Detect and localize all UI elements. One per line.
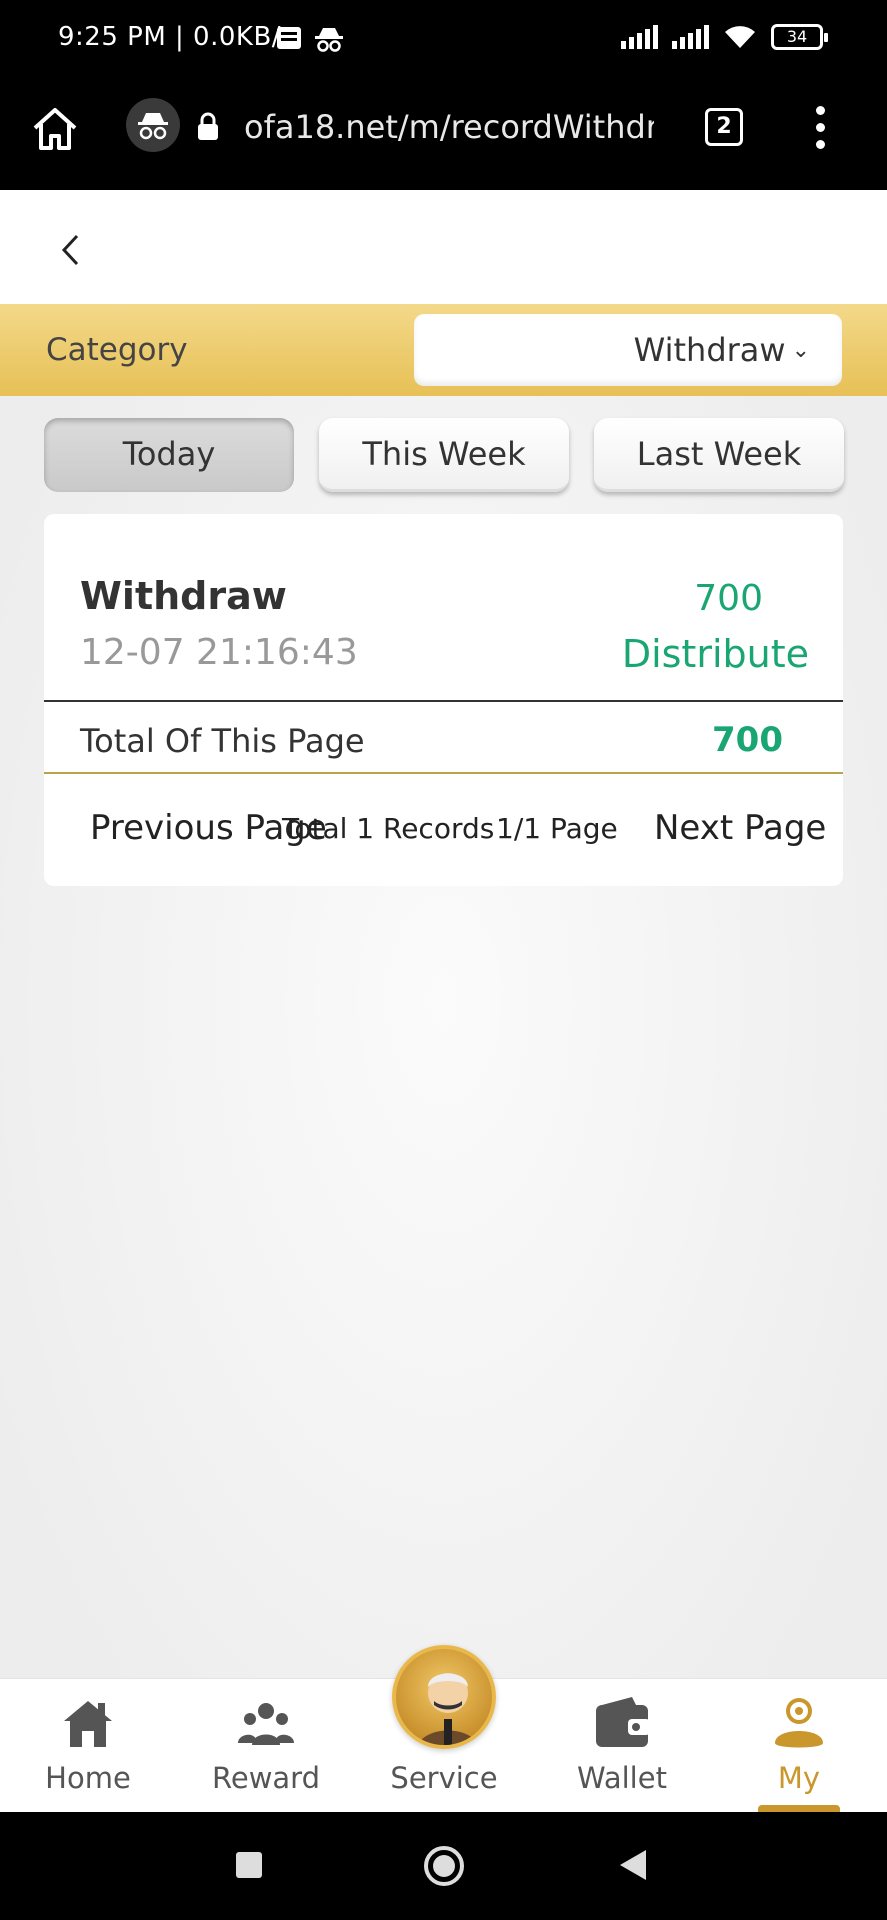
filter-last-week-button[interactable]: Last Week (594, 418, 844, 492)
url-field[interactable]: ofa18.net/m/recordWithdraw (244, 108, 654, 146)
signal-icon (621, 25, 658, 49)
browser-bar: ofa18.net/m/recordWithdraw 2 (0, 80, 887, 190)
category-label: Category (46, 332, 188, 368)
record-status: Distribute (621, 632, 809, 676)
divider (44, 772, 843, 774)
battery-icon: 34 (771, 24, 828, 50)
signal-icon-2 (672, 25, 709, 49)
tab-home[interactable]: Home (3, 1679, 173, 1813)
status-time: 9:25 PM | 0.0KB/s (58, 22, 296, 52)
total-value: 700 (712, 720, 783, 760)
page-indicator: 1/1 Page (496, 812, 618, 845)
next-page-button[interactable]: Next Page (654, 808, 826, 848)
record-title: Withdraw (80, 574, 287, 618)
record-timestamp: 12-07 21:16:43 (80, 632, 358, 673)
total-records-text: Total 1 Records (282, 812, 495, 845)
top-nav (0, 190, 887, 304)
tab-switcher-button[interactable]: 2 (705, 108, 743, 146)
status-bar: 9:25 PM | 0.0KB/s 34 (0, 0, 887, 80)
wifi-icon (725, 26, 755, 48)
home-icon[interactable] (30, 104, 80, 154)
browser-menu-button[interactable] (816, 106, 825, 149)
tab-wallet[interactable]: Wallet (537, 1679, 707, 1813)
back-arrow-icon[interactable] (58, 232, 82, 268)
service-avatar-icon[interactable] (392, 1645, 496, 1749)
notification-icon (277, 27, 301, 49)
tab-label: Reward (212, 1761, 320, 1795)
tab-label: Wallet (577, 1761, 667, 1795)
total-label: Total Of This Page (80, 722, 365, 760)
home-icon (64, 1701, 112, 1747)
records-card: Withdraw 12-07 21:16:43 700 Distribute T… (44, 514, 843, 886)
bottom-tab-bar: Home Reward Service Wallet My (0, 1645, 887, 1813)
tab-label: Home (45, 1761, 131, 1795)
tab-my[interactable]: My (714, 1679, 884, 1813)
recents-icon[interactable] (234, 1850, 264, 1880)
chevron-down-icon: ⌄ (791, 338, 810, 363)
tab-label: My (777, 1761, 821, 1795)
category-value: Withdraw (633, 331, 786, 369)
system-nav-bar (0, 1812, 887, 1920)
record-amount: 700 (694, 578, 763, 619)
incognito-badge[interactable] (126, 98, 180, 152)
lock-icon (198, 112, 218, 140)
tab-reward[interactable]: Reward (181, 1679, 351, 1813)
wallet-icon (596, 1697, 650, 1747)
category-select[interactable]: Withdraw ⌄ (414, 314, 842, 386)
pagination: Previous Page Total 1 Records 1/1 Page N… (44, 800, 843, 856)
tab-label: Service (390, 1761, 498, 1795)
back-icon[interactable] (618, 1848, 648, 1882)
profile-icon (775, 1698, 823, 1748)
home-circle-icon[interactable] (422, 1844, 466, 1888)
category-bar: Category Withdraw ⌄ (0, 304, 887, 396)
divider (44, 700, 843, 702)
page-content: Category Withdraw ⌄ Today This Week Last … (0, 190, 887, 1810)
reward-icon (238, 1703, 294, 1745)
incognito-icon (138, 113, 168, 140)
filter-this-week-button[interactable]: This Week (319, 418, 569, 492)
date-filter-group: Today This Week Last Week (44, 418, 844, 492)
filter-today-button[interactable]: Today (44, 418, 294, 492)
incognito-icon (315, 28, 343, 52)
